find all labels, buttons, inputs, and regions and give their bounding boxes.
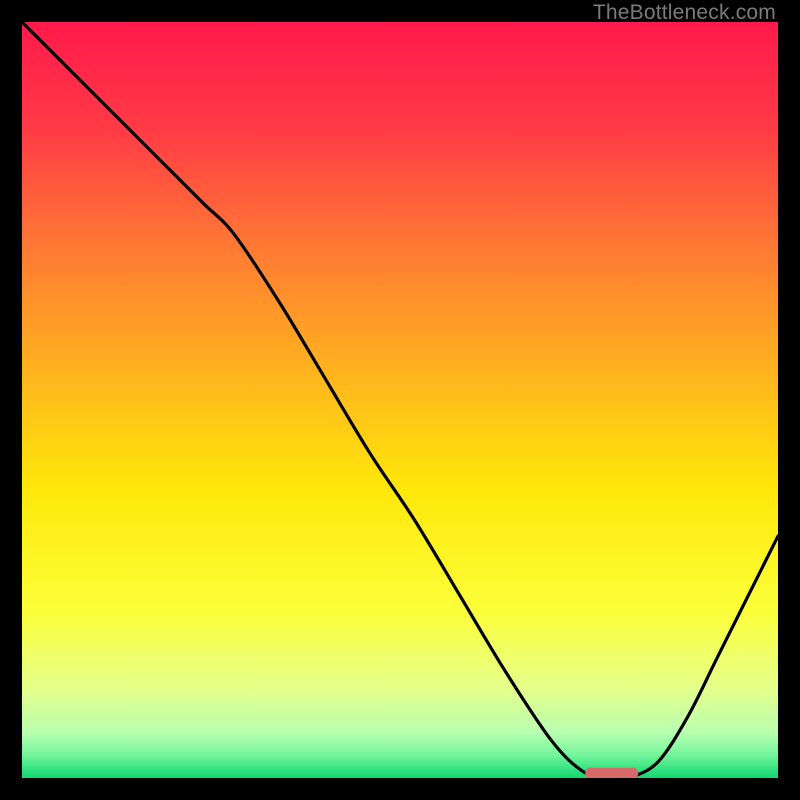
chart-frame — [22, 22, 778, 778]
optimal-range-marker — [585, 768, 638, 778]
bottleneck-chart — [22, 22, 778, 778]
